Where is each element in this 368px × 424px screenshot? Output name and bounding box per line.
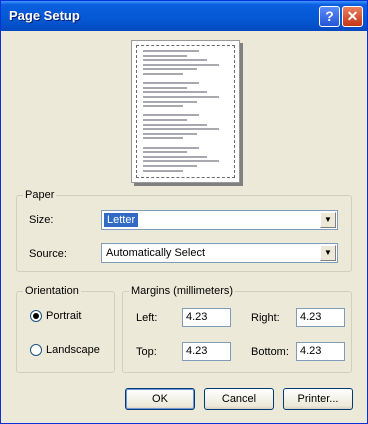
left-margin-label: Left: xyxy=(136,312,158,324)
bottom-margin-label: Bottom: xyxy=(251,346,289,358)
chevron-down-icon[interactable]: ▼ xyxy=(320,245,336,261)
landscape-label[interactable]: Landscape xyxy=(46,344,100,356)
radio-selected-dot xyxy=(33,313,39,319)
orientation-group-label: Orientation xyxy=(23,285,81,297)
preview-text-line xyxy=(143,82,199,85)
preview-text-line xyxy=(143,73,183,75)
ok-button[interactable]: OK xyxy=(125,388,195,410)
preview-text-line xyxy=(143,128,219,131)
source-label: Source: xyxy=(29,248,67,260)
preview-text-line xyxy=(143,155,207,158)
source-select[interactable]: Automatically Select ▼ xyxy=(101,243,338,263)
preview-text-line xyxy=(143,59,207,62)
top-margin-label: Top: xyxy=(136,346,157,358)
preview-text-line xyxy=(143,50,199,52)
right-margin-field[interactable]: 4.23 xyxy=(296,308,345,327)
preview-text-line xyxy=(143,132,197,135)
preview-text-line xyxy=(143,123,207,126)
right-margin-label: Right: xyxy=(251,312,280,324)
margins-group-label: Margins (millimeters) xyxy=(129,285,236,297)
paper-group-label: Paper xyxy=(23,189,57,201)
close-button[interactable]: ✕ xyxy=(342,6,363,27)
preview-text-line xyxy=(143,137,183,140)
window-title: Page Setup xyxy=(9,8,80,23)
preview-text-line xyxy=(143,119,187,121)
page-preview xyxy=(131,40,240,183)
preview-text-line xyxy=(143,105,183,108)
preview-margin-outline xyxy=(136,45,235,178)
preview-text-line xyxy=(143,146,199,149)
preview-text-line xyxy=(143,96,219,98)
preview-text-line xyxy=(143,151,187,154)
preview-text-line xyxy=(143,86,187,89)
top-margin-field[interactable]: 4.23 xyxy=(182,342,231,361)
page-setup-dialog: Page Setup ? ✕ Paper Size: Letter ▼ Sour… xyxy=(0,0,368,424)
preview-text-line xyxy=(143,63,219,66)
bottom-margin-field[interactable]: 4.23 xyxy=(296,342,345,361)
preview-text-line xyxy=(143,54,187,57)
preview-text-line xyxy=(143,160,219,163)
left-margin-field[interactable]: 4.23 xyxy=(182,308,231,327)
chevron-down-icon[interactable]: ▼ xyxy=(320,212,336,228)
preview-text-line xyxy=(143,114,199,117)
printer-button[interactable]: Printer... xyxy=(283,388,353,410)
preview-text-line xyxy=(143,100,197,103)
preview-text-line xyxy=(143,91,207,94)
portrait-label[interactable]: Portrait xyxy=(46,310,81,322)
cancel-button[interactable]: Cancel xyxy=(204,388,274,410)
size-select-value: Letter xyxy=(104,213,139,227)
source-select-value: Automatically Select xyxy=(106,247,206,259)
landscape-radio[interactable] xyxy=(30,344,42,356)
size-label: Size: xyxy=(29,214,54,226)
preview-text-line xyxy=(143,169,183,172)
help-button[interactable]: ? xyxy=(319,6,340,27)
preview-text-line xyxy=(143,68,197,71)
portrait-radio[interactable] xyxy=(30,310,42,322)
title-bar[interactable]: Page Setup ? ✕ xyxy=(1,1,367,31)
orientation-group xyxy=(16,291,115,373)
size-select[interactable]: Letter ▼ xyxy=(101,210,338,230)
preview-text-line xyxy=(143,165,197,167)
